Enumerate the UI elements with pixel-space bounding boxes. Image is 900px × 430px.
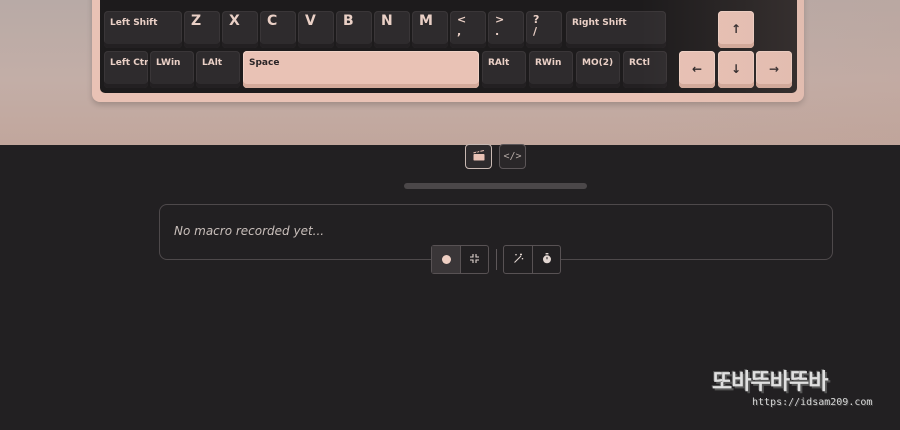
record-button[interactable]	[432, 246, 460, 273]
key-slash[interactable]: ? /	[526, 11, 562, 48]
mode-toggle: </>	[465, 144, 527, 169]
watermark-logo-text: 또바뚜바뚜바	[712, 370, 828, 395]
key-right-arrow[interactable]: →	[756, 51, 792, 88]
key-ralt[interactable]: RAlt	[482, 51, 526, 88]
compress-icon	[469, 253, 480, 267]
code-mode-button[interactable]: </>	[499, 144, 526, 169]
key-right-shift[interactable]: Right Shift	[566, 11, 666, 48]
key-space[interactable]: Space	[243, 51, 479, 88]
key-m[interactable]: M	[412, 11, 448, 48]
code-icon: </>	[503, 151, 522, 162]
magic-wand-icon	[513, 253, 524, 267]
macro-controls	[431, 245, 561, 274]
record-control-group	[431, 245, 489, 274]
key-lwin[interactable]: LWin	[150, 51, 194, 88]
watermark: 또바뚜바뚜바 https://idsam209.com	[708, 364, 892, 416]
magic-wand-button[interactable]	[504, 246, 532, 273]
macro-empty-text: No macro recorded yet...	[174, 224, 325, 238]
key-rwin[interactable]: RWin	[529, 51, 573, 88]
key-comma[interactable]: < ,	[450, 11, 486, 48]
clapperboard-icon	[472, 149, 485, 164]
key-z[interactable]: Z	[184, 11, 220, 48]
timer-button[interactable]	[532, 246, 560, 273]
macro-progress-bar[interactable]	[404, 183, 587, 189]
key-down-arrow[interactable]: ↓	[718, 51, 754, 88]
key-left-arrow[interactable]: ←	[679, 51, 715, 88]
key-period[interactable]: > .	[488, 11, 524, 48]
key-mo2[interactable]: MO(2)	[576, 51, 620, 88]
key-v[interactable]: V	[298, 11, 334, 48]
controls-divider	[496, 249, 497, 270]
compress-button[interactable]	[460, 246, 488, 273]
key-n[interactable]: N	[374, 11, 410, 48]
key-left-ctrl[interactable]: Left Ctrl	[104, 51, 148, 88]
keyboard-preview: Left Shift Z X C V B N M < , > . ? / Rig…	[0, 0, 900, 145]
record-icon	[441, 255, 451, 264]
key-left-shift[interactable]: Left Shift	[104, 11, 182, 48]
key-lalt[interactable]: LAlt	[196, 51, 240, 88]
key-b[interactable]: B	[336, 11, 372, 48]
key-rctl[interactable]: RCtl	[623, 51, 667, 88]
tools-control-group	[503, 245, 561, 274]
key-x[interactable]: X	[222, 11, 258, 48]
keyboard-plate: Left Shift Z X C V B N M < , > . ? / Rig…	[100, 0, 797, 93]
key-c[interactable]: C	[260, 11, 296, 48]
timer-icon	[542, 252, 552, 267]
key-up-arrow[interactable]: ↑	[718, 11, 754, 48]
watermark-url: https://idsam209.com	[752, 397, 873, 408]
macro-mode-button[interactable]	[465, 144, 492, 169]
